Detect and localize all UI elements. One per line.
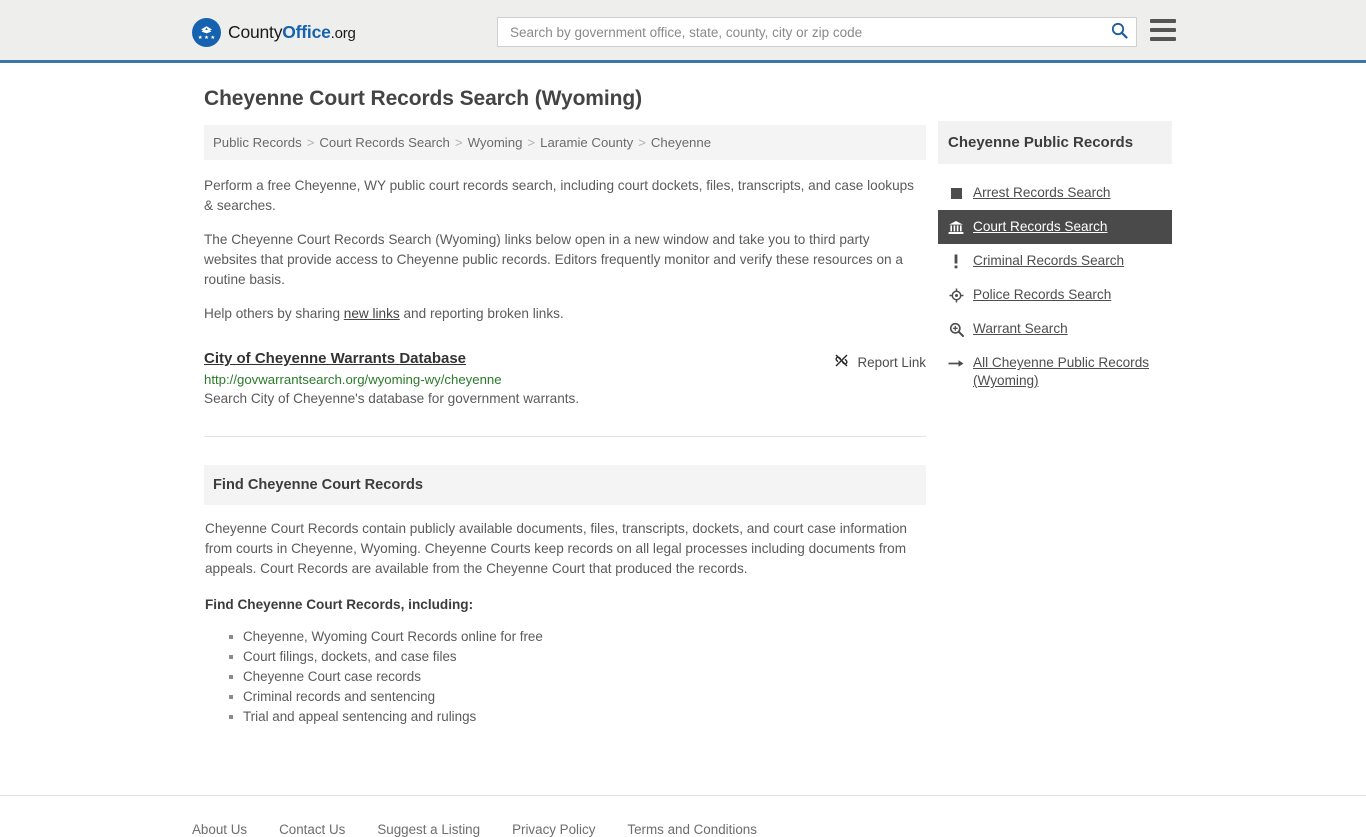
page-title: Cheyenne Court Records Search (Wyoming)	[204, 87, 642, 110]
intro-paragraph-1: Perform a free Cheyenne, WY public court…	[204, 178, 914, 213]
new-links-link[interactable]: new links	[344, 306, 400, 321]
footer-link-contact-us[interactable]: Contact Us	[279, 822, 345, 837]
broken-link-icon	[833, 352, 850, 372]
logo-text-org: .org	[330, 25, 356, 42]
sidebar-item-label: Police Records Search	[973, 287, 1112, 302]
sidebar-item-warrant-search[interactable]: Warrant Search	[938, 312, 1172, 346]
section-paragraph: Cheyenne Court Records contain publicly …	[205, 521, 907, 576]
sidebar-item-label: All Cheyenne Public Records (Wyoming)	[973, 355, 1150, 388]
logo-text-county: County	[228, 22, 283, 42]
report-link-button[interactable]: Report Link	[833, 352, 926, 372]
listing-description: Search City of Cheyenne's database for g…	[204, 391, 580, 406]
hamburger-menu-icon[interactable]	[1150, 19, 1176, 41]
eagle-seal-icon	[192, 18, 221, 47]
site-footer: About Us Contact Us Suggest a Listing Pr…	[0, 795, 1366, 837]
share-text-after: and reporting broken links.	[399, 306, 564, 321]
breadcrumb-item-court-records-search[interactable]: Court Records Search	[319, 135, 449, 150]
logo-wordmark: CountyOffice.org	[228, 22, 356, 43]
report-link-label: Report Link	[857, 354, 926, 370]
breadcrumb-item-cheyenne[interactable]: Cheyenne	[651, 135, 711, 150]
breadcrumb-separator: >	[454, 135, 463, 150]
records-bullet-list: Cheyenne, Wyoming Court Records online f…	[205, 627, 925, 727]
list-item: Cheyenne, Wyoming Court Records online f…	[229, 627, 925, 647]
footer-link-list: About Us Contact Us Suggest a Listing Pr…	[0, 822, 1366, 837]
sidebar-item-police-records-search[interactable]: Police Records Search	[938, 278, 1172, 312]
breadcrumb: Public Records > Court Records Search > Wyom…	[204, 125, 926, 160]
footer-link-privacy-policy[interactable]: Privacy Policy	[512, 822, 595, 837]
sidebar-item-label: Arrest Records Search	[973, 185, 1111, 200]
sidebar-item-all-public-records[interactable]: All Cheyenne Public Records (Wyoming)	[938, 346, 1172, 398]
magnifier-plus-icon	[948, 321, 964, 337]
breadcrumb-separator: >	[306, 135, 315, 150]
sidebar-list: Arrest Records Search Court Records Sear…	[938, 164, 1172, 398]
footer-link-about-us[interactable]: About Us	[192, 822, 247, 837]
find-records-section: Find Cheyenne Court Records Cheyenne Cou…	[204, 465, 926, 727]
section-subhead: Find Cheyenne Court Records, including:	[205, 597, 474, 612]
listing-title-link[interactable]: City of Cheyenne Warrants Database	[204, 350, 466, 367]
list-item: Court filings, dockets, and case files	[229, 647, 925, 667]
main-content: Cheyenne Court Records Search (Wyoming) …	[204, 87, 926, 727]
result-listing: Report Link City of Cheyenne Warrants Da…	[204, 350, 926, 437]
breadcrumb-item-wyoming[interactable]: Wyoming	[468, 135, 523, 150]
breadcrumb-item-laramie-county[interactable]: Laramie County	[540, 135, 633, 150]
breadcrumb-item-public-records[interactable]: Public Records	[213, 135, 302, 150]
hamburger-bar	[1150, 19, 1176, 23]
breadcrumb-separator: >	[527, 135, 536, 150]
footer-link-suggest-a-listing[interactable]: Suggest a Listing	[377, 822, 480, 837]
list-item: Trial and appeal sentencing and rulings	[229, 707, 925, 727]
exclamation-icon	[948, 253, 964, 269]
sidebar-item-court-records-search[interactable]: Court Records Search	[938, 210, 1172, 244]
breadcrumb-separator: >	[638, 135, 646, 150]
listing-url: http://govwarrantsearch.org/wyoming-wy/c…	[204, 372, 502, 387]
sidebar-item-criminal-records-search[interactable]: Criminal Records Search	[938, 244, 1172, 278]
courthouse-icon	[948, 219, 964, 235]
list-item: Criminal records and sentencing	[229, 687, 925, 707]
arrow-right-icon	[948, 355, 964, 371]
footer-link-terms-and-conditions[interactable]: Terms and Conditions	[627, 822, 757, 837]
sidebar-item-label: Criminal Records Search	[973, 253, 1125, 268]
search-bar	[497, 17, 1137, 47]
search-input[interactable]	[508, 19, 1102, 45]
hamburger-bar	[1150, 28, 1176, 32]
section-body: Cheyenne Court Records contain publicly …	[204, 505, 926, 727]
site-logo[interactable]: CountyOffice.org	[192, 18, 356, 47]
search-icon	[1111, 22, 1128, 42]
intro-paragraph-3: Help others by sharing new links and rep…	[204, 304, 926, 324]
police-badge-icon	[948, 287, 964, 303]
search-button[interactable]	[1102, 18, 1136, 46]
site-header: CountyOffice.org	[0, 0, 1366, 63]
share-text-before: Help others by sharing	[204, 306, 344, 321]
intro-paragraph-2: The Cheyenne Court Records Search (Wyomi…	[204, 232, 903, 287]
sidebar-item-arrest-records-search[interactable]: Arrest Records Search	[938, 176, 1172, 210]
sidebar: Cheyenne Public Records Arrest Records S…	[938, 121, 1172, 398]
section-header: Find Cheyenne Court Records	[204, 465, 926, 505]
hamburger-bar	[1150, 37, 1176, 41]
sidebar-item-label: Court Records Search	[973, 219, 1108, 234]
sidebar-title: Cheyenne Public Records	[938, 121, 1172, 164]
list-item: Cheyenne Court case records	[229, 667, 925, 687]
square-icon	[948, 185, 964, 201]
sidebar-item-label: Warrant Search	[973, 321, 1068, 336]
logo-text-office: Office	[282, 22, 331, 42]
